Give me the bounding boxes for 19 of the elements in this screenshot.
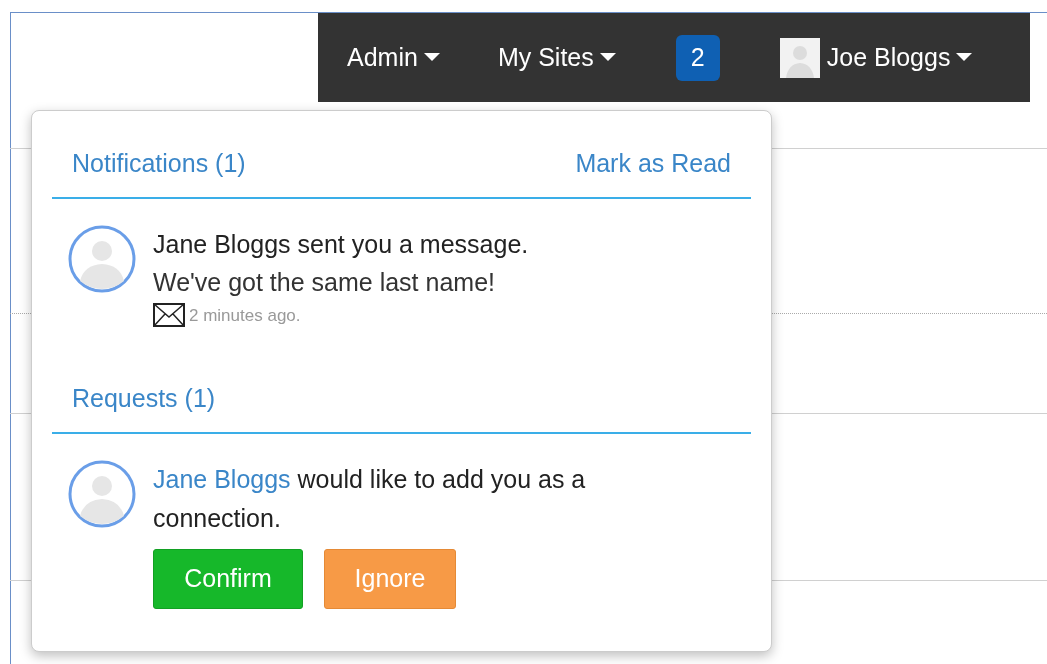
request-text: Jane Bloggs would like to add you as a connection. xyxy=(153,463,587,534)
mark-as-read-link[interactable]: Mark as Read xyxy=(575,145,731,183)
nav-menu-link[interactable]: Admin xyxy=(347,38,440,77)
caret-icon xyxy=(423,53,440,62)
nav-menu-link[interactable]: My Sites xyxy=(497,38,616,77)
notification-text: Jane Bloggs sent you a message. xyxy=(153,228,529,260)
section-heading: Requests (1) xyxy=(72,383,216,414)
envelope-icon xyxy=(153,303,185,328)
timestamp: 2 minutes ago. xyxy=(189,304,301,327)
caret-icon xyxy=(956,53,973,62)
caret-icon xyxy=(599,53,616,62)
avatar-icon xyxy=(68,459,136,528)
avatar-icon xyxy=(68,224,136,293)
notification-count-badge[interactable]: 2 xyxy=(675,34,720,81)
profile-link[interactable]: Jane Bloggs xyxy=(153,464,291,493)
message-preview: We've got the same last name! xyxy=(153,266,496,298)
avatar-icon xyxy=(779,37,820,78)
user-menu-link[interactable]: Joe Bloggs xyxy=(779,37,973,78)
section-heading: Notifications (1) xyxy=(72,148,246,179)
